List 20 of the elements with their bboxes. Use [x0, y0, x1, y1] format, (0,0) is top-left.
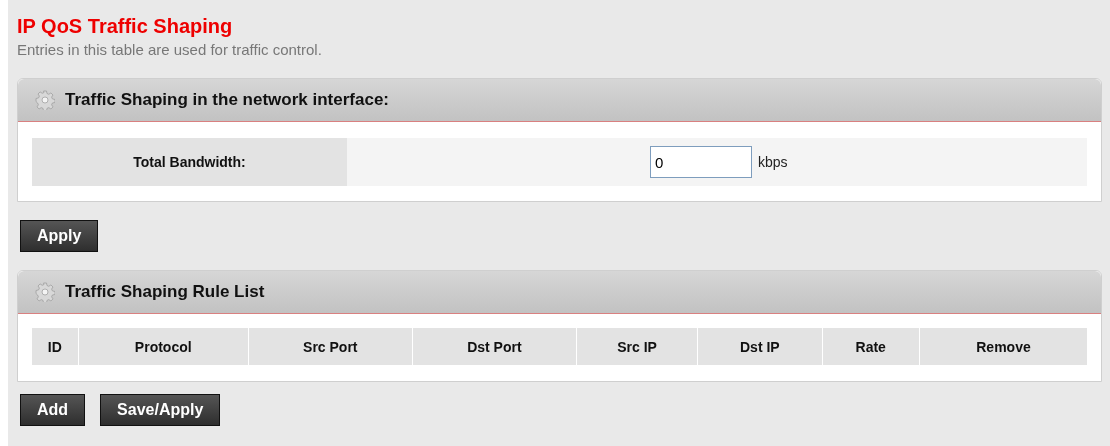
- gear-icon: [35, 282, 55, 302]
- column-header: Src IP: [576, 328, 698, 365]
- column-header: Dst IP: [698, 328, 822, 365]
- page-description: Entries in this table are used for traffic control.: [17, 40, 323, 60]
- page-title: IP QoS Traffic Shaping: [17, 14, 234, 39]
- column-header: Remove: [919, 328, 1087, 365]
- bandwidth-input[interactable]: 0: [650, 146, 752, 178]
- column-header: Rate: [822, 328, 919, 365]
- column-header: Src Port: [248, 328, 412, 365]
- column-header: Dst Port: [412, 328, 576, 365]
- column-header: ID: [32, 328, 78, 365]
- unit-label: kbps: [758, 154, 788, 170]
- column-header: Protocol: [78, 328, 248, 365]
- panel-title: Traffic Shaping Rule List: [65, 282, 265, 302]
- panel-title: Traffic Shaping in the network interface:: [65, 90, 389, 110]
- apply-button[interactable]: Apply: [20, 220, 99, 252]
- save-apply-button[interactable]: Save/Apply: [100, 394, 221, 426]
- gear-icon: [35, 90, 55, 110]
- add-button[interactable]: Add: [20, 394, 86, 426]
- field-label: Total Bandwidth:: [32, 138, 347, 186]
